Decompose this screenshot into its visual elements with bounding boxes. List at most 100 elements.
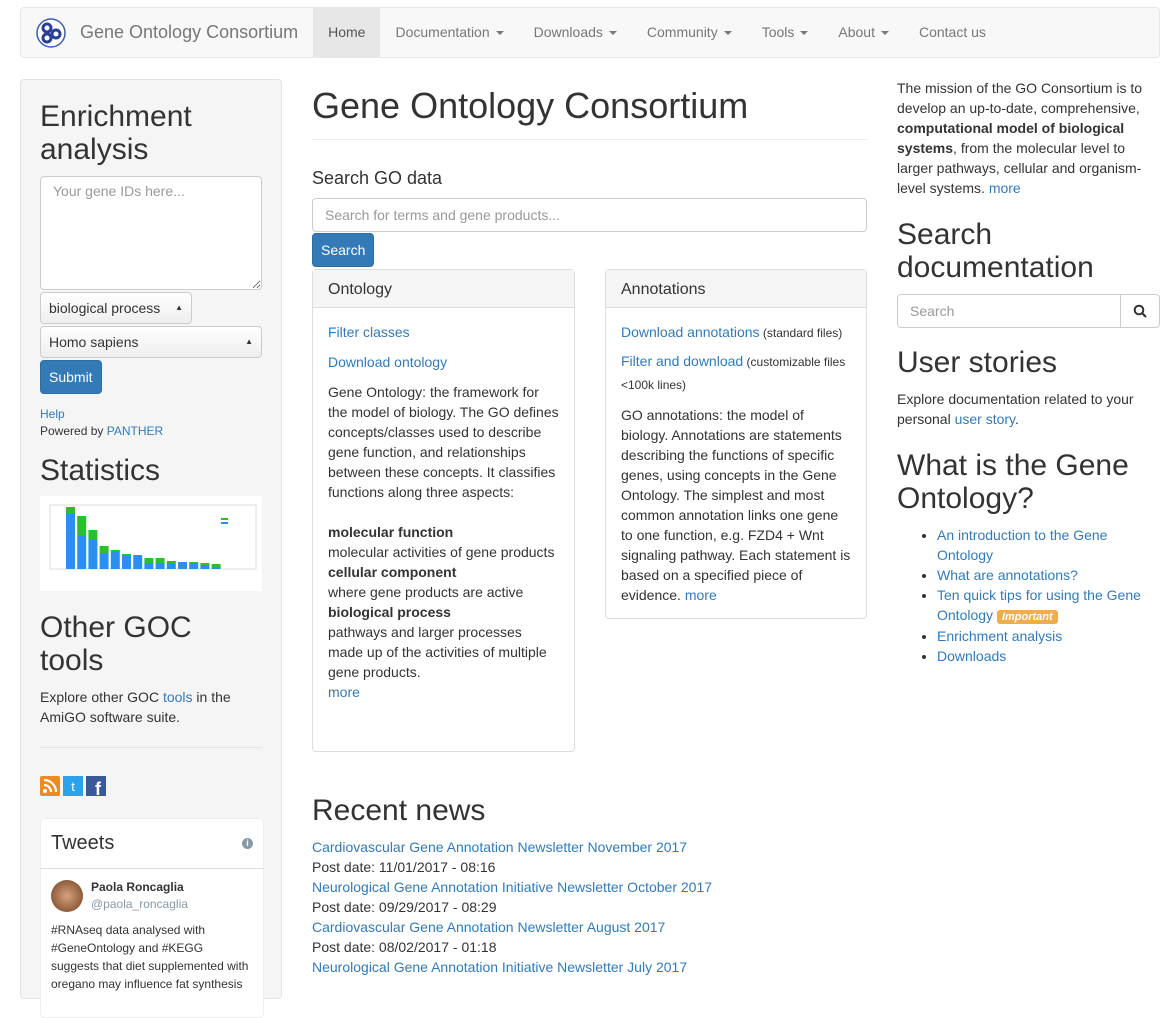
chart-bar (200, 563, 210, 566)
tweet-handle[interactable]: @paola_roncaglia (91, 896, 188, 913)
gene-ids-input[interactable] (40, 176, 262, 290)
filter-classes-link[interactable]: Filter classes (328, 324, 410, 340)
ontology-select[interactable]: biological process ▲ (40, 292, 192, 324)
chart-bar (200, 565, 210, 570)
what-is-go-link[interactable]: Enrichment analysis (937, 628, 1062, 644)
nav-item-label: Community (646, 24, 718, 41)
chart-bar (66, 507, 75, 515)
doc-search-button[interactable] (1121, 294, 1160, 329)
nav-item-tools[interactable]: Tools (747, 8, 824, 58)
tweet-text: #RNAseq data analysed with #GeneOntology… (51, 922, 249, 991)
go-search-input[interactable] (312, 198, 867, 233)
what-is-go-item: What are annotations? (937, 565, 1160, 585)
download-annotations-link[interactable]: Download annotations (621, 324, 760, 340)
nav-item-community[interactable]: Community (632, 8, 747, 58)
tweets-widget: Tweets i Paola Roncaglia @paola_roncaglia… (40, 818, 264, 1018)
chart-bar (166, 563, 176, 570)
aspect-name: cellular component (328, 564, 457, 581)
caret-down-icon (608, 30, 617, 35)
what-is-go-item: Downloads (937, 646, 1160, 666)
aspect-description: molecular activities of gene products (328, 544, 555, 561)
other-tools-title: Other GOC tools (40, 611, 192, 678)
user-story-link[interactable]: user story (955, 411, 1015, 427)
page-title: Gene Ontology Consortium (312, 80, 867, 141)
powered-by-text: Powered by (40, 424, 107, 439)
caret-down-icon (723, 30, 732, 35)
panther-link[interactable]: PANTHER (107, 424, 163, 438)
ontology-panel: Ontology Filter classes Download ontolog… (312, 269, 575, 752)
avatar[interactable] (51, 879, 83, 912)
navbar: Gene Ontology Consortium Home Documentati… (20, 7, 1160, 58)
search-button[interactable]: Search (312, 233, 375, 268)
search-go-label: Search GO data (312, 168, 443, 189)
go-logo-icon (36, 17, 66, 48)
annotations-description: GO annotations: the model of biology. An… (621, 406, 851, 604)
help-link[interactable]: Help (40, 407, 65, 421)
brand-link[interactable]: Gene Ontology Consortium (21, 8, 313, 58)
facebook-icon[interactable]: f (86, 776, 106, 797)
recent-news: Recent news Cardiovascular Gene Annotati… (312, 790, 867, 977)
tweets-title: Tweets (51, 832, 115, 854)
chart-bar (189, 563, 199, 570)
aspect-name: biological process (328, 604, 451, 621)
sidebar: Enrichment analysis biological process▲ … (20, 79, 282, 1018)
nav-item-contact-us[interactable]: Contact us (904, 8, 1001, 58)
search-icon (1133, 304, 1147, 318)
what-is-go-title: What is the Gene Ontology? (897, 449, 1129, 516)
submit-button[interactable]: Submit (40, 360, 102, 395)
chart-bar (88, 530, 98, 541)
right-column: The mission of the GO Consortium is to d… (897, 78, 1160, 666)
annotations-more-link[interactable]: more (685, 587, 717, 603)
download-ontology-link[interactable]: Download ontology (328, 354, 447, 370)
mission-more-link[interactable]: more (989, 180, 1021, 196)
tweet-author[interactable]: Paola Roncaglia (91, 879, 188, 896)
chart-bar (77, 516, 87, 536)
twitter-icon[interactable]: t (63, 776, 83, 797)
caret-down-icon (800, 30, 809, 35)
caret-down-icon (495, 30, 504, 35)
other-tools-text: Explore other GOC (40, 689, 163, 706)
nav-item-home[interactable]: Home (313, 7, 381, 58)
aspect-name: molecular function (328, 524, 454, 541)
nav-item-label: Contact us (918, 24, 986, 41)
chart-bar (144, 563, 154, 570)
doc-search-input[interactable] (897, 294, 1121, 329)
svg-text:t: t (71, 779, 75, 794)
what-is-go-link[interactable]: What are annotations? (937, 567, 1078, 583)
statistics-chart-image[interactable] (40, 496, 262, 592)
news-item-link[interactable]: Cardiovascular Gene Annotation Newslette… (312, 837, 867, 857)
nav-item-downloads[interactable]: Downloads (519, 8, 632, 58)
aspect-description: where gene products are active (328, 584, 524, 601)
chart-bar (99, 553, 109, 570)
chart-bar (211, 567, 221, 570)
info-icon[interactable]: i (242, 837, 253, 849)
annotations-panel-title: Annotations (606, 270, 866, 308)
nav-item-documentation[interactable]: Documentation (380, 8, 518, 58)
what-is-go-item: Enrichment analysis (937, 626, 1160, 646)
species-select[interactable]: Homo sapiens ▲ (40, 326, 262, 358)
chart-bar (110, 550, 120, 553)
rss-icon[interactable] (40, 776, 60, 797)
nav-item-about[interactable]: About (823, 8, 904, 58)
what-is-go-link[interactable]: An introduction to the Gene Ontology (937, 527, 1107, 563)
what-is-go-link[interactable]: Downloads (937, 648, 1006, 664)
chart-bar (122, 556, 131, 570)
chart-bar (189, 562, 199, 564)
brand-name: Gene Ontology Consortium (80, 21, 299, 42)
chart-bar (88, 540, 98, 570)
filter-download-link[interactable]: Filter and download (621, 353, 743, 369)
tools-link[interactable]: tools (163, 689, 193, 705)
ontology-more-link[interactable]: more (328, 684, 360, 700)
svg-text:f: f (95, 779, 102, 796)
news-item-link[interactable]: Cardiovascular Gene Annotation Newslette… (312, 917, 867, 937)
chart-bar (166, 561, 176, 564)
chart-bar (133, 556, 143, 570)
chart-bar (77, 535, 87, 570)
species-select-value: Homo sapiens (49, 333, 139, 350)
news-title: Recent news (312, 794, 486, 827)
chart-bar (211, 564, 221, 568)
chart-bar (144, 558, 154, 564)
news-item-link[interactable]: Neurological Gene Annotation Initiative … (312, 957, 867, 977)
news-item-link[interactable]: Neurological Gene Annotation Initiative … (312, 877, 867, 897)
chart-bar (99, 546, 109, 554)
